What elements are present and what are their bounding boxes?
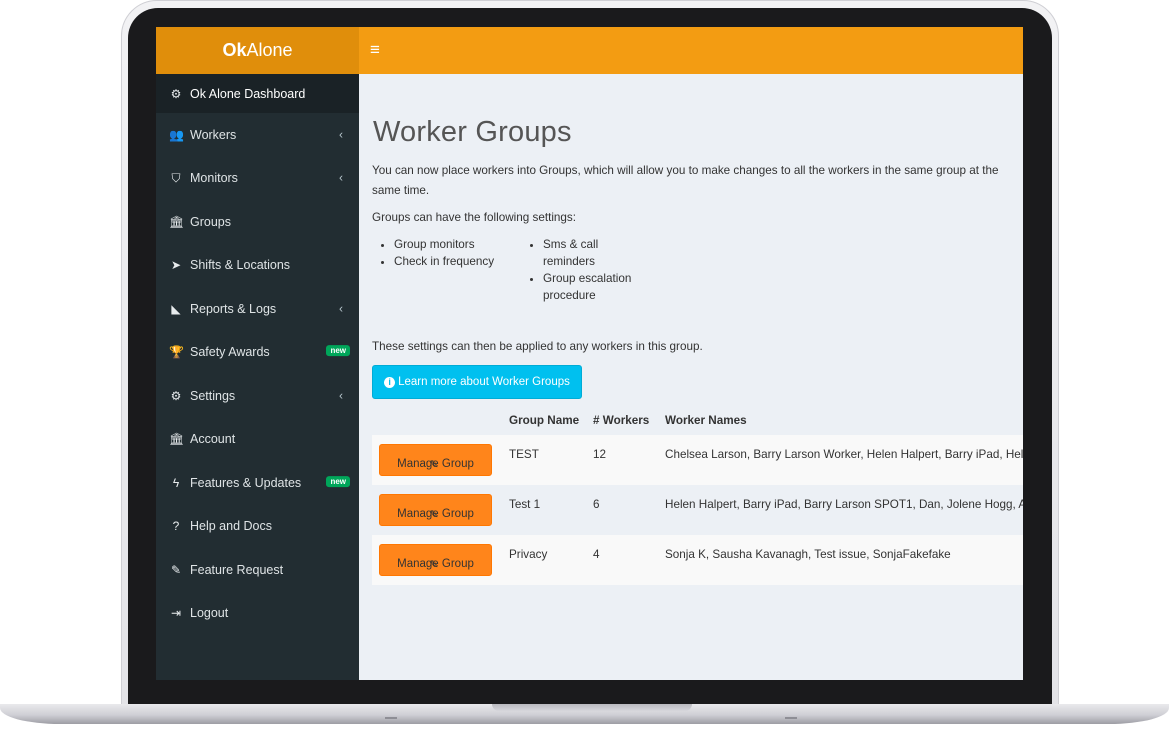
sidebar-item-label: Workers xyxy=(190,127,237,142)
sidebar-item-workers[interactable]: 👥 Workers ‹ xyxy=(156,113,359,157)
sidebar-item-dashboard[interactable]: ⚙ Ok Alone Dashboard xyxy=(156,74,359,113)
dashboard-icon: ⚙ xyxy=(170,86,182,101)
menu-toggle-icon[interactable]: ≡ xyxy=(370,39,380,61)
table-header: Group Name # Workers Worker Names xyxy=(372,407,1023,435)
sidebar-item-help-docs[interactable]: ? Help and Docs xyxy=(156,505,359,549)
learn-more-button[interactable]: i Learn more about Worker Groups xyxy=(372,365,582,399)
logo-bold-text: Ok xyxy=(222,40,247,60)
list-item: Sms & call reminders xyxy=(543,236,633,270)
question-circle-icon: ? xyxy=(172,519,180,534)
worker-count: 4 xyxy=(593,548,600,561)
new-badge: new xyxy=(326,345,350,357)
manage-group-label: Manage Group xyxy=(397,558,474,570)
worker-names: Chelsea Larson, Barry Larson Worker, Hel… xyxy=(665,448,1023,461)
sidebar-item-label: Feature Request xyxy=(190,562,284,577)
sidebar-item-logout[interactable]: ⇥ Logout xyxy=(156,592,359,636)
chevron-left-icon: ‹ xyxy=(339,170,343,185)
worker-names: Helen Halpert, Barry iPad, Barry Larson … xyxy=(665,498,1023,511)
chevron-left-icon: ‹ xyxy=(339,301,343,316)
header-worker-names: Worker Names xyxy=(665,414,747,427)
list-item: Check in frequency xyxy=(394,253,524,270)
header-group-name: Group Name xyxy=(509,414,580,427)
info-circle-icon: i xyxy=(384,376,396,388)
app-logo[interactable]: Ok Alone xyxy=(156,27,359,74)
sidebar: ⚙ Ok Alone Dashboard 👥 Workers ‹ ⛉ Monit… xyxy=(156,74,359,680)
sidebar-item-label: Safety Awards xyxy=(190,345,270,360)
group-name: TEST xyxy=(509,448,539,461)
laptop-foot xyxy=(385,717,397,719)
laptop-foot xyxy=(785,717,797,719)
manage-group-label: Manage Group xyxy=(397,458,474,470)
sidebar-item-shifts-locations[interactable]: ➤ Shifts & Locations xyxy=(156,244,359,288)
logo-text: Alone xyxy=(246,40,293,60)
sidebar-item-settings[interactable]: ⚙ Settings ‹ xyxy=(156,374,359,418)
sidebar-item-monitors[interactable]: ⛉ Monitors ‹ xyxy=(156,157,359,201)
sidebar-item-safety-awards[interactable]: 🏆 Safety Awards new xyxy=(156,331,359,375)
institution-icon: 🏛 xyxy=(169,214,185,229)
sidebar-item-label: Account xyxy=(190,432,236,447)
cogs-icon: ⚙ xyxy=(170,388,182,403)
chevron-left-icon: ‹ xyxy=(339,127,343,142)
worker-count: 12 xyxy=(593,448,607,461)
sign-out-icon: ⇥ xyxy=(170,606,182,621)
location-arrow-icon: ➤ xyxy=(170,258,182,273)
laptop-notch xyxy=(492,704,692,711)
sidebar-item-label: Ok Alone Dashboard xyxy=(190,86,306,101)
sidebar-item-label: Groups xyxy=(190,214,231,229)
sidebar-item-label: Help and Docs xyxy=(190,519,272,534)
group-name: Test 1 xyxy=(509,498,541,511)
bolt-icon: ϟ xyxy=(172,475,180,490)
trophy-icon: 🏆 xyxy=(169,345,184,360)
manage-group-button[interactable]: ✎ Manage Group xyxy=(379,544,492,576)
sidebar-item-label: Shifts & Locations xyxy=(190,258,291,273)
list-item: Group escalation procedure xyxy=(543,270,643,304)
group-name: Privacy xyxy=(509,548,548,561)
groups-table: Group Name # Workers Worker Names ✎ Mana… xyxy=(372,407,1023,585)
sidebar-item-label: Reports & Logs xyxy=(190,301,277,316)
sidebar-item-label: Settings xyxy=(190,388,236,403)
shield-icon: ⛉ xyxy=(171,170,181,185)
area-chart-icon: ◣ xyxy=(171,301,181,316)
chevron-left-icon: ‹ xyxy=(339,388,343,403)
sidebar-item-groups[interactable]: 🏛 Groups xyxy=(156,200,359,244)
sidebar-item-feature-request[interactable]: ✎ Feature Request xyxy=(156,548,359,592)
page-title: Worker Groups xyxy=(373,116,572,148)
list-item: Group monitors xyxy=(394,236,524,253)
intro-text: You can now place workers into Groups, w… xyxy=(372,164,999,197)
sidebar-item-label: Features & Updates xyxy=(190,475,302,490)
settings-intro-text: Groups can have the following settings: xyxy=(372,211,577,224)
sidebar-item-features-updates[interactable]: ϟ Features & Updates new xyxy=(156,461,359,505)
manage-group-label: Manage Group xyxy=(397,508,474,520)
top-navbar: Ok Alone ≡ xyxy=(156,27,1023,74)
main-content: Worker Groups You can now place workers … xyxy=(359,74,1023,680)
table-row: ✎ Manage Group Test 1 6 Helen Halpert, B… xyxy=(372,485,1023,535)
sidebar-item-label: Monitors xyxy=(190,171,238,186)
worker-count: 6 xyxy=(593,498,600,511)
manage-group-button[interactable]: ✎ Manage Group xyxy=(379,494,492,526)
learn-more-label: Learn more about Worker Groups xyxy=(398,376,570,388)
manage-group-button[interactable]: ✎ Manage Group xyxy=(379,444,492,476)
table-row: ✎ Manage Group Privacy 4 Sonja K, Sausha… xyxy=(372,535,1023,585)
app-screen: Ok Alone ≡ ⚙ Ok Alone Dashboard 👥 Workers… xyxy=(156,27,1023,680)
table-row: ✎ Manage Group TEST 12 Chelsea Larson, B… xyxy=(372,435,1023,485)
institution-icon: 🏛 xyxy=(169,432,185,447)
worker-names: Sonja K, Sausha Kavanagh, Test issue, So… xyxy=(665,548,951,561)
header-worker-count: # Workers xyxy=(593,414,650,427)
sidebar-item-label: Logout xyxy=(190,606,229,621)
apply-text: These settings can then be applied to an… xyxy=(372,340,703,353)
sidebar-item-account[interactable]: 🏛 Account xyxy=(156,418,359,462)
magic-wand-icon: ✎ xyxy=(170,562,182,577)
users-icon: 👥 xyxy=(169,127,184,142)
new-badge: new xyxy=(326,475,350,487)
sidebar-item-reports-logs[interactable]: ◣ Reports & Logs ‹ xyxy=(156,287,359,331)
